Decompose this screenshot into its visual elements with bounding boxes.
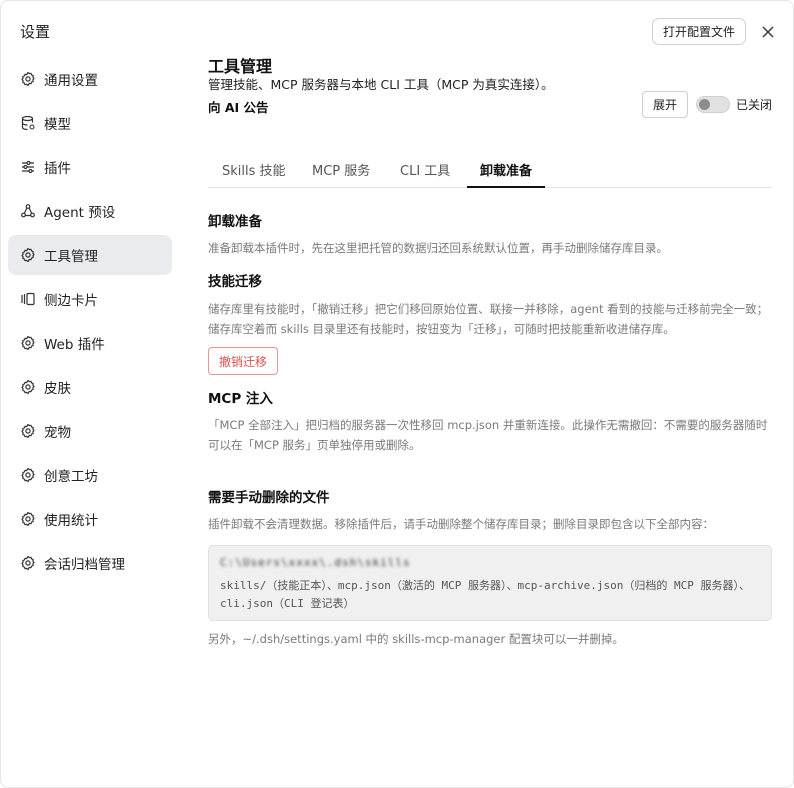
sidebar-item-label: 通用设置 (44, 73, 98, 89)
settings-window: 设置 通用设置 模型 插件 Agent 预设 工具管理 侧边卡片 Web 插件 … (0, 0, 794, 788)
tab-skills[interactable]: Skills 技能 (222, 151, 286, 188)
gear-icon (20, 247, 36, 263)
sidebar-item-pets[interactable]: 宠物 (8, 411, 172, 451)
sidebar-item-label: 宠物 (44, 425, 71, 441)
sidebar-item-label: 会话归档管理 (44, 557, 125, 573)
announce-label: 向 AI 公告 (208, 100, 269, 115)
agent-icon (20, 203, 36, 219)
footer-note: 另外，~/.dsh/settings.yaml 中的 skills-mcp-ma… (208, 632, 624, 646)
page-subtitle: 管理技能、MCP 服务器与本地 CLI 工具（MCP 为真实连接）。 (208, 77, 554, 92)
section-skill-migration-text: 储存库里有技能时，「撤销迁移」把它们移回原始位置、联接一并移除，agent 看到… (208, 302, 769, 336)
section-mcp-title: MCP 注入 (208, 391, 273, 407)
gear-icon (20, 467, 36, 483)
sidebar-item-label: 皮肤 (44, 381, 71, 397)
section-manual-delete-title: 需要手动删除的文件 (208, 490, 330, 506)
gear-icon (20, 423, 36, 439)
sidebar-item-label: Web 插件 (44, 337, 105, 353)
file-list-box: C:\Users\xxxx\.dsh\skills skills/（技能正本）、… (208, 545, 772, 621)
database-icon (20, 115, 36, 131)
file-list-content: skills/（技能正本）、mcp.json（激活的 MCP 服务器）、mcp-… (220, 579, 751, 610)
gear-icon (20, 379, 36, 395)
main-panel: 工具管理 管理技能、MCP 服务器与本地 CLI 工具（MCP 为真实连接）。 … (208, 1, 772, 787)
sidebar-item-web-plugins[interactable]: Web 插件 (8, 323, 172, 363)
sidebar-item-label: 模型 (44, 117, 71, 133)
tab-mcp[interactable]: MCP 服务 (312, 151, 370, 188)
sidebar-item-tool-management[interactable]: 工具管理 (8, 235, 172, 275)
sidebar-item-label: 工具管理 (44, 249, 98, 265)
sidebar-item-session-archive[interactable]: 会话归档管理 (8, 543, 172, 583)
gear-icon (20, 71, 36, 87)
sidebar: 设置 通用设置 模型 插件 Agent 预设 工具管理 侧边卡片 Web 插件 … (1, 1, 186, 787)
gear-icon (20, 511, 36, 527)
sidebar-item-general[interactable]: 通用设置 (8, 59, 172, 99)
tab-cli[interactable]: CLI 工具 (400, 151, 450, 188)
sidebar-item-skins[interactable]: 皮肤 (8, 367, 172, 407)
undo-migration-button[interactable]: 撤销迁移 (208, 347, 278, 375)
section-uninstall-text: 准备卸载本插件时，先在这里把托管的数据归还回系统默认位置，再手动删除储存库目录。 (208, 241, 668, 255)
sidebar-item-plugins[interactable]: 插件 (8, 147, 172, 187)
sidebar-item-workshop[interactable]: 创意工坊 (8, 455, 172, 495)
tab-bar: Skills 技能 MCP 服务 CLI 工具 卸载准备 (208, 151, 772, 188)
cards-icon (20, 291, 36, 307)
section-skill-migration-title: 技能迁移 (208, 274, 262, 290)
section-uninstall-title: 卸载准备 (208, 214, 262, 230)
sidebar-item-usage-stats[interactable]: 使用统计 (8, 499, 172, 539)
section-mcp-text: 「MCP 全部注入」把归档的服务器一次性移回 mcp.json 并重新连接。此操… (208, 418, 768, 452)
gear-icon (20, 335, 36, 351)
gear-icon (20, 555, 36, 571)
sidebar-item-label: 创意工坊 (44, 469, 98, 485)
sidebar-item-label: 插件 (44, 161, 71, 177)
storage-path: C:\Users\xxxx\.dsh\skills (220, 556, 411, 569)
sidebar-item-label: 侧边卡片 (44, 293, 98, 309)
sidebar-item-label: 使用统计 (44, 513, 98, 529)
sidebar-item-side-cards[interactable]: 侧边卡片 (8, 279, 172, 319)
sidebar-item-model[interactable]: 模型 (8, 103, 172, 143)
sidebar-item-agent-preset[interactable]: Agent 预设 (8, 191, 172, 231)
sidebar-title: 设置 (20, 23, 51, 41)
tab-uninstall[interactable]: 卸载准备 (467, 151, 546, 188)
sliders-icon (20, 159, 36, 175)
sidebar-item-label: Agent 预设 (44, 205, 116, 221)
section-manual-delete-text: 插件卸载不会清理数据。移除插件后，请手动删除整个储存库目录；删除目录即包含以下全… (208, 517, 714, 531)
sidebar-nav: 通用设置 模型 插件 Agent 预设 工具管理 侧边卡片 Web 插件 皮肤 … (8, 59, 172, 587)
